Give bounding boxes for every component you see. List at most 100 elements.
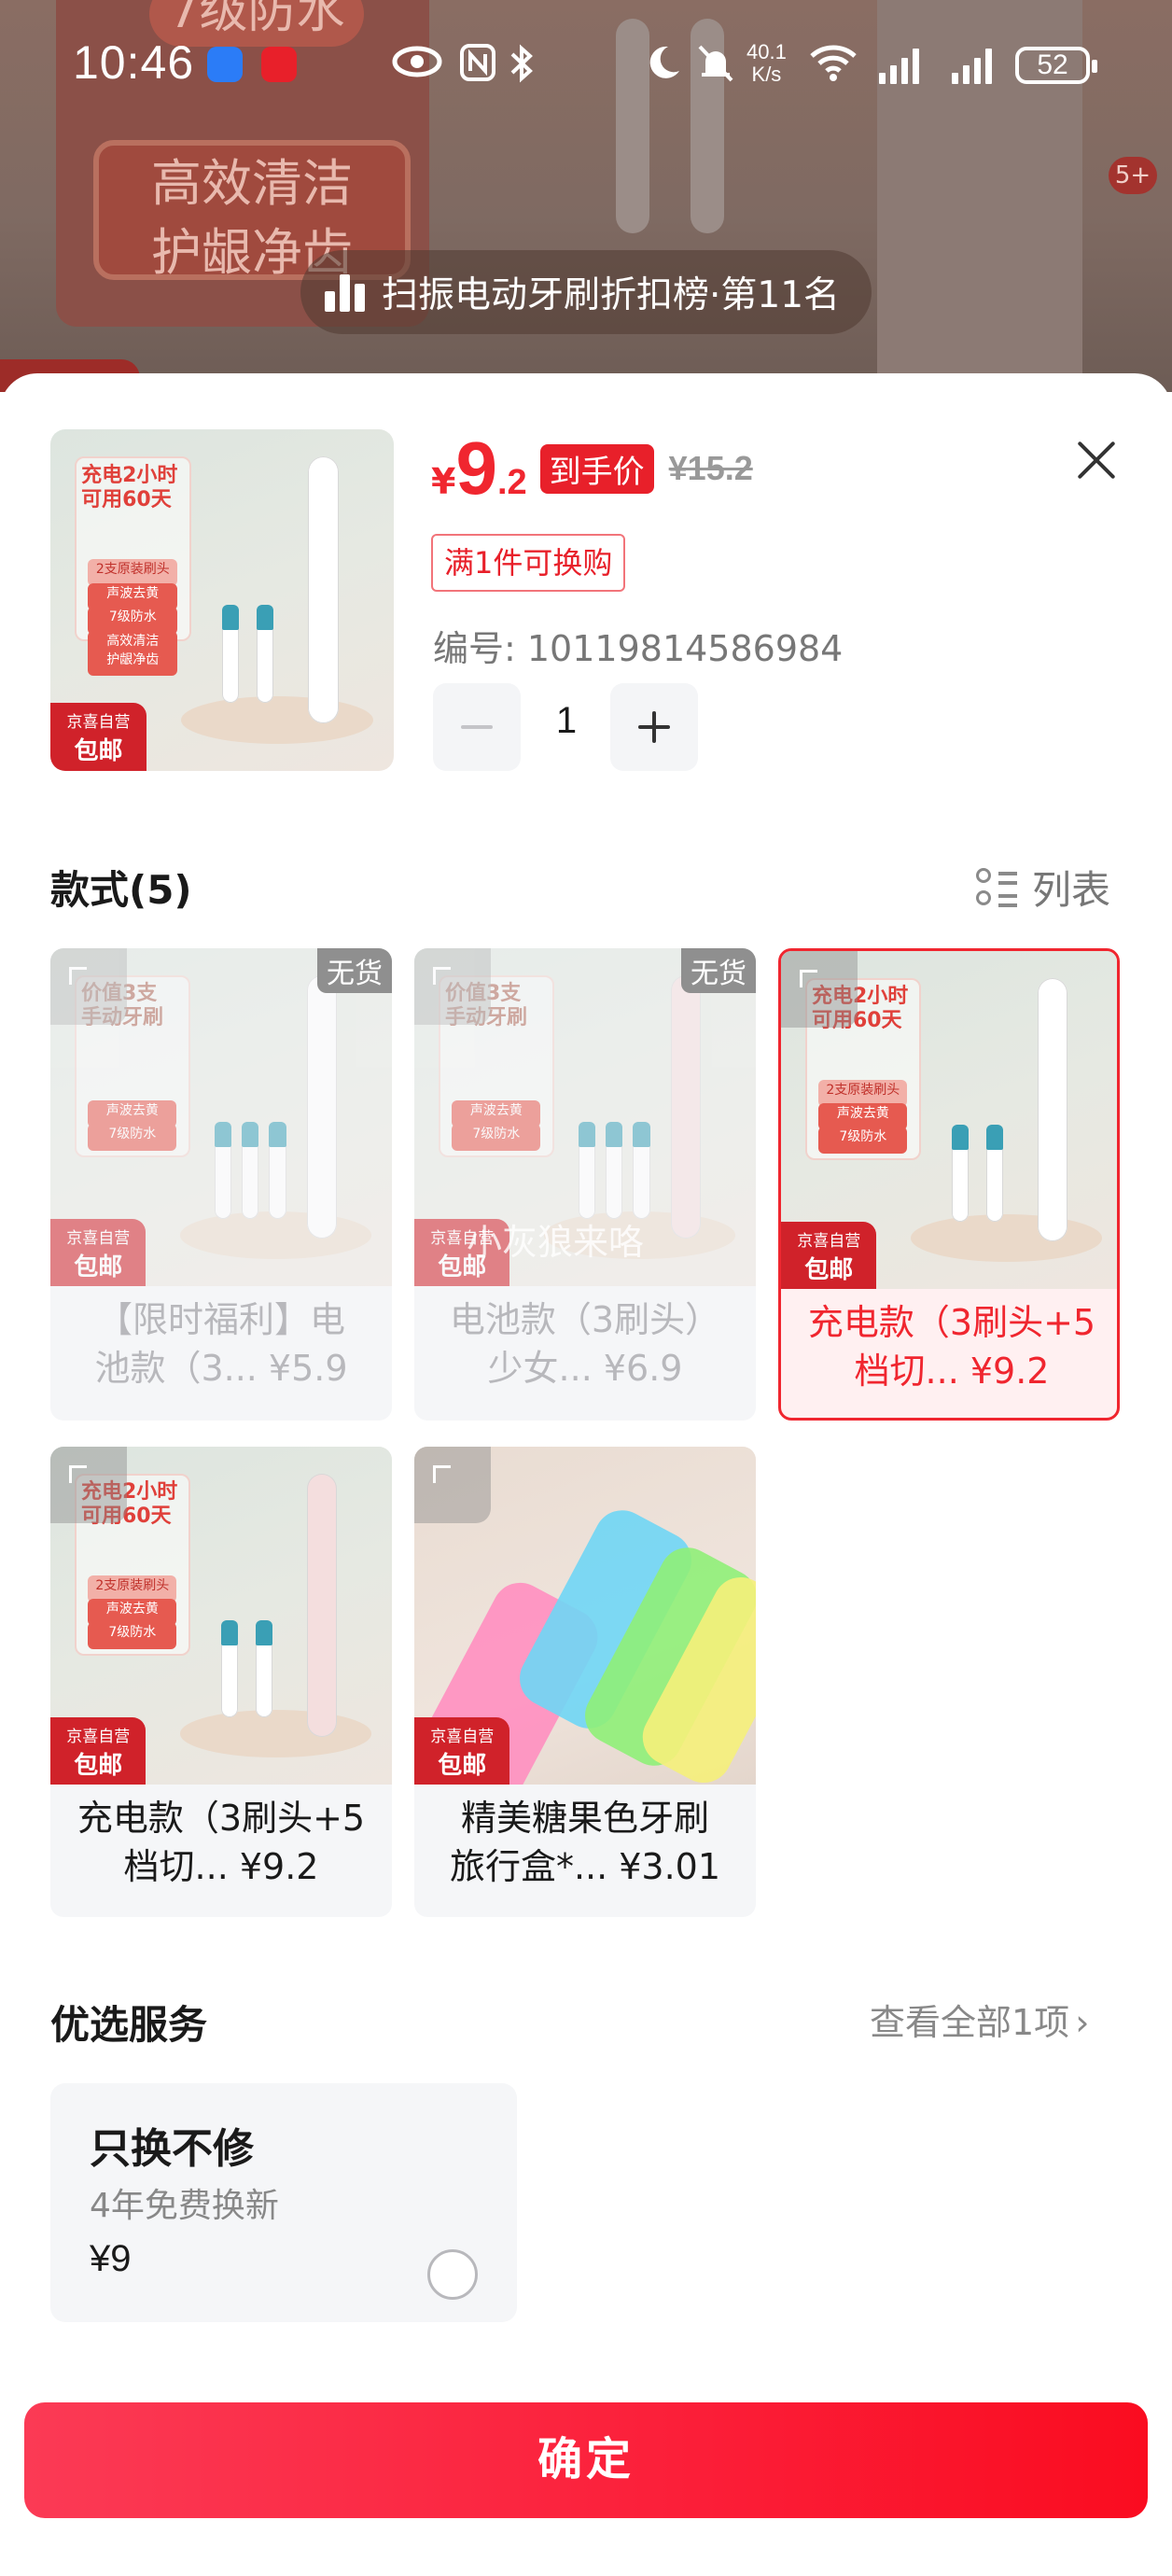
image-gift-chip: 2支原装刷头 xyxy=(88,559,178,587)
self-operated-free-shipping-tag: 京喜自营 包邮 xyxy=(414,1716,510,1785)
variant-label-line: 档切... ¥9.2 xyxy=(854,1351,1050,1392)
shipping-tag-text: 包邮 xyxy=(804,1255,854,1284)
background-promo-line-1: 高效清洁 xyxy=(151,154,353,213)
variant-label-line: 电池款（3刷头） xyxy=(449,1299,721,1340)
list-view-toggle[interactable]: 列表 xyxy=(976,859,1110,916)
cart-count-badge: 5+ xyxy=(1109,157,1157,194)
view-all-label: 查看全部1项 xyxy=(870,2002,1070,2043)
close-icon[interactable] xyxy=(1064,427,1129,493)
toothbrush-image xyxy=(308,456,340,723)
variant-image: 充电2小时 可用60天 2支原装刷头 声波去黄 7级防水 京喜自营 包邮 xyxy=(781,951,1117,1289)
service-description: 4年免费换新 xyxy=(90,2187,279,2225)
image-display-stand xyxy=(180,695,373,744)
image-display-stand xyxy=(180,1710,372,1758)
variant-label-line: 少女... ¥6.9 xyxy=(487,1348,683,1389)
service-card[interactable]: 只换不修 4年免费换新 ¥9 xyxy=(50,2083,517,2322)
expand-image-icon[interactable] xyxy=(781,951,858,1028)
service-select-radio[interactable] xyxy=(427,2249,478,2300)
price-decimal: .2 xyxy=(496,463,527,502)
toothbrush-image xyxy=(1037,977,1068,1242)
promo-tag[interactable]: 满1件可换购 xyxy=(431,534,626,592)
wifi-icon xyxy=(808,43,858,91)
store-tag-text: 京喜自营 xyxy=(66,712,131,732)
brush-head-image xyxy=(222,605,240,703)
list-view-label: 列表 xyxy=(1032,867,1111,913)
toothbrush-image xyxy=(306,974,338,1239)
variant-label: 【限时福利】电 池款（3... ¥5.9 xyxy=(50,1286,392,1419)
price-integer: 9 xyxy=(455,427,497,510)
selected-product-image[interactable]: 充电2小时 可用60天 2支原装刷头 声波去黄 7级防水 高效清洁 护龈净齿 京喜自… xyxy=(50,429,394,771)
variant-label-line: 池款（3... ¥5.9 xyxy=(94,1348,348,1389)
price-currency: ¥ xyxy=(431,461,456,502)
expand-image-icon[interactable] xyxy=(414,1447,491,1523)
services-section-title: 优选服务 xyxy=(50,2002,208,2048)
shipping-tag-text: 包邮 xyxy=(74,736,123,765)
variant-label: 精美糖果色牙刷 旅行盒*... ¥3.01 xyxy=(414,1785,756,1917)
network-speed-value: 40.1 xyxy=(746,40,787,63)
quantity-value[interactable]: 1 xyxy=(523,700,610,742)
expand-image-icon[interactable] xyxy=(50,948,127,1025)
image-feature-chip: 7级防水 xyxy=(88,1124,177,1152)
brush-head-image xyxy=(985,1125,1004,1222)
brush-head-image xyxy=(256,605,274,703)
chevron-right-icon: › xyxy=(1075,2002,1090,2043)
brush-head-image xyxy=(214,1122,232,1219)
battery-icon: 52 xyxy=(1015,47,1097,84)
status-bar: 10:46 40.1 K/s 52 xyxy=(0,0,1172,131)
variant-label: 充电款（3刷头+5 档切... ¥9.2 xyxy=(50,1785,392,1917)
bell-off-icon xyxy=(696,43,735,92)
expand-image-icon[interactable] xyxy=(414,948,491,1025)
ranking-text: 扫振电动牙刷折扣榜·第11名 xyxy=(382,274,841,316)
image-feature-chip: 7级防水 xyxy=(452,1124,541,1152)
variant-option-2[interactable]: 无货 价值3支 手动牙刷 声波去黄 7级防水 京喜自营 包邮 电池款（3刷头） 少… xyxy=(414,948,756,1421)
variant-image: 京喜自营 包邮 xyxy=(414,1447,756,1785)
variant-label-line: 精美糖果色牙刷 xyxy=(460,1798,709,1839)
final-price-badge: 到手价 xyxy=(539,443,654,494)
signal-icon xyxy=(879,47,919,84)
network-speed: 40.1 K/s xyxy=(746,41,787,86)
ranking-bar-chart-icon xyxy=(325,273,365,312)
self-operated-free-shipping-tag: 京喜自营 包邮 xyxy=(50,1218,146,1286)
variant-option-4[interactable]: 充电2小时 可用60天 2支原装刷头 声波去黄 7级防水 京喜自营 包邮 充电款（… xyxy=(50,1447,392,1917)
variant-label-line: 充电款（3刷头+5 xyxy=(77,1798,366,1839)
confirm-button[interactable]: 确定 xyxy=(24,2402,1148,2518)
quantity-decrease-button[interactable] xyxy=(433,683,521,771)
variant-label-line: 【限时福利】电 xyxy=(96,1299,345,1340)
variant-label: 电池款（3刷头） 少女... ¥6.9 xyxy=(414,1286,756,1419)
toothbrush-image xyxy=(670,974,702,1239)
moon-icon xyxy=(646,43,683,91)
bluetooth-icon xyxy=(508,43,536,92)
brush-head-image xyxy=(255,1620,273,1717)
store-tag-text: 京喜自营 xyxy=(430,1727,495,1746)
store-tag-text: 京喜自营 xyxy=(66,1228,131,1248)
brush-head-image xyxy=(578,1122,596,1219)
out-of-stock-badge: 无货 xyxy=(317,948,392,993)
status-time: 10:46 xyxy=(73,36,195,89)
app-icon-blue xyxy=(207,47,243,82)
quantity-increase-button[interactable] xyxy=(610,683,698,771)
self-operated-free-shipping-tag: 京喜自营 包邮 xyxy=(50,702,147,771)
shipping-tag-text: 包邮 xyxy=(74,1751,123,1780)
image-display-stand xyxy=(180,1211,372,1260)
variant-image: 价值3支 手动牙刷 声波去黄 7级防水 京喜自营 包邮 xyxy=(50,948,392,1286)
shipping-tag-text: 包邮 xyxy=(438,1751,487,1780)
ranking-banner[interactable]: 扫振电动牙刷折扣榜·第11名 xyxy=(300,250,872,334)
image-title-text: 充电2小时 可用60天 xyxy=(81,463,178,511)
variant-option-5[interactable]: 京喜自营 包邮 精美糖果色牙刷 旅行盒*... ¥3.01 xyxy=(414,1447,756,1917)
brush-head-image xyxy=(952,1125,970,1222)
expand-image-icon[interactable] xyxy=(50,1447,127,1523)
brush-head-image xyxy=(633,1122,650,1219)
original-price: ¥15.2 xyxy=(668,449,753,487)
variant-label: 充电款（3刷头+5 档切... ¥9.2 xyxy=(781,1289,1117,1418)
variant-option-3-selected[interactable]: 充电2小时 可用60天 2支原装刷头 声波去黄 7级防水 京喜自营 包邮 充电款（… xyxy=(778,948,1120,1421)
store-tag-text: 京喜自营 xyxy=(797,1231,861,1251)
image-feature-chip: 高效清洁 护龈净齿 xyxy=(88,630,178,676)
variant-option-1[interactable]: 无货 价值3支 手动牙刷 声波去黄 7级防水 京喜自营 包邮 【限时福利】电 池款… xyxy=(50,948,392,1421)
store-tag-text: 京喜自营 xyxy=(66,1727,131,1746)
variant-image: 充电2小时 可用60天 2支原装刷头 声波去黄 7级防水 京喜自营 包邮 xyxy=(50,1447,392,1785)
app-icon-xiaohongshu xyxy=(261,47,297,82)
view-all-services-link[interactable]: 查看全部1项 › xyxy=(870,1994,1089,2045)
price-row: ¥ 9 .2 到手价 ¥15.2 xyxy=(431,431,753,506)
self-operated-free-shipping-tag: 京喜自营 包邮 xyxy=(781,1221,877,1289)
variant-label-line: 旅行盒*... ¥3.01 xyxy=(449,1846,721,1887)
